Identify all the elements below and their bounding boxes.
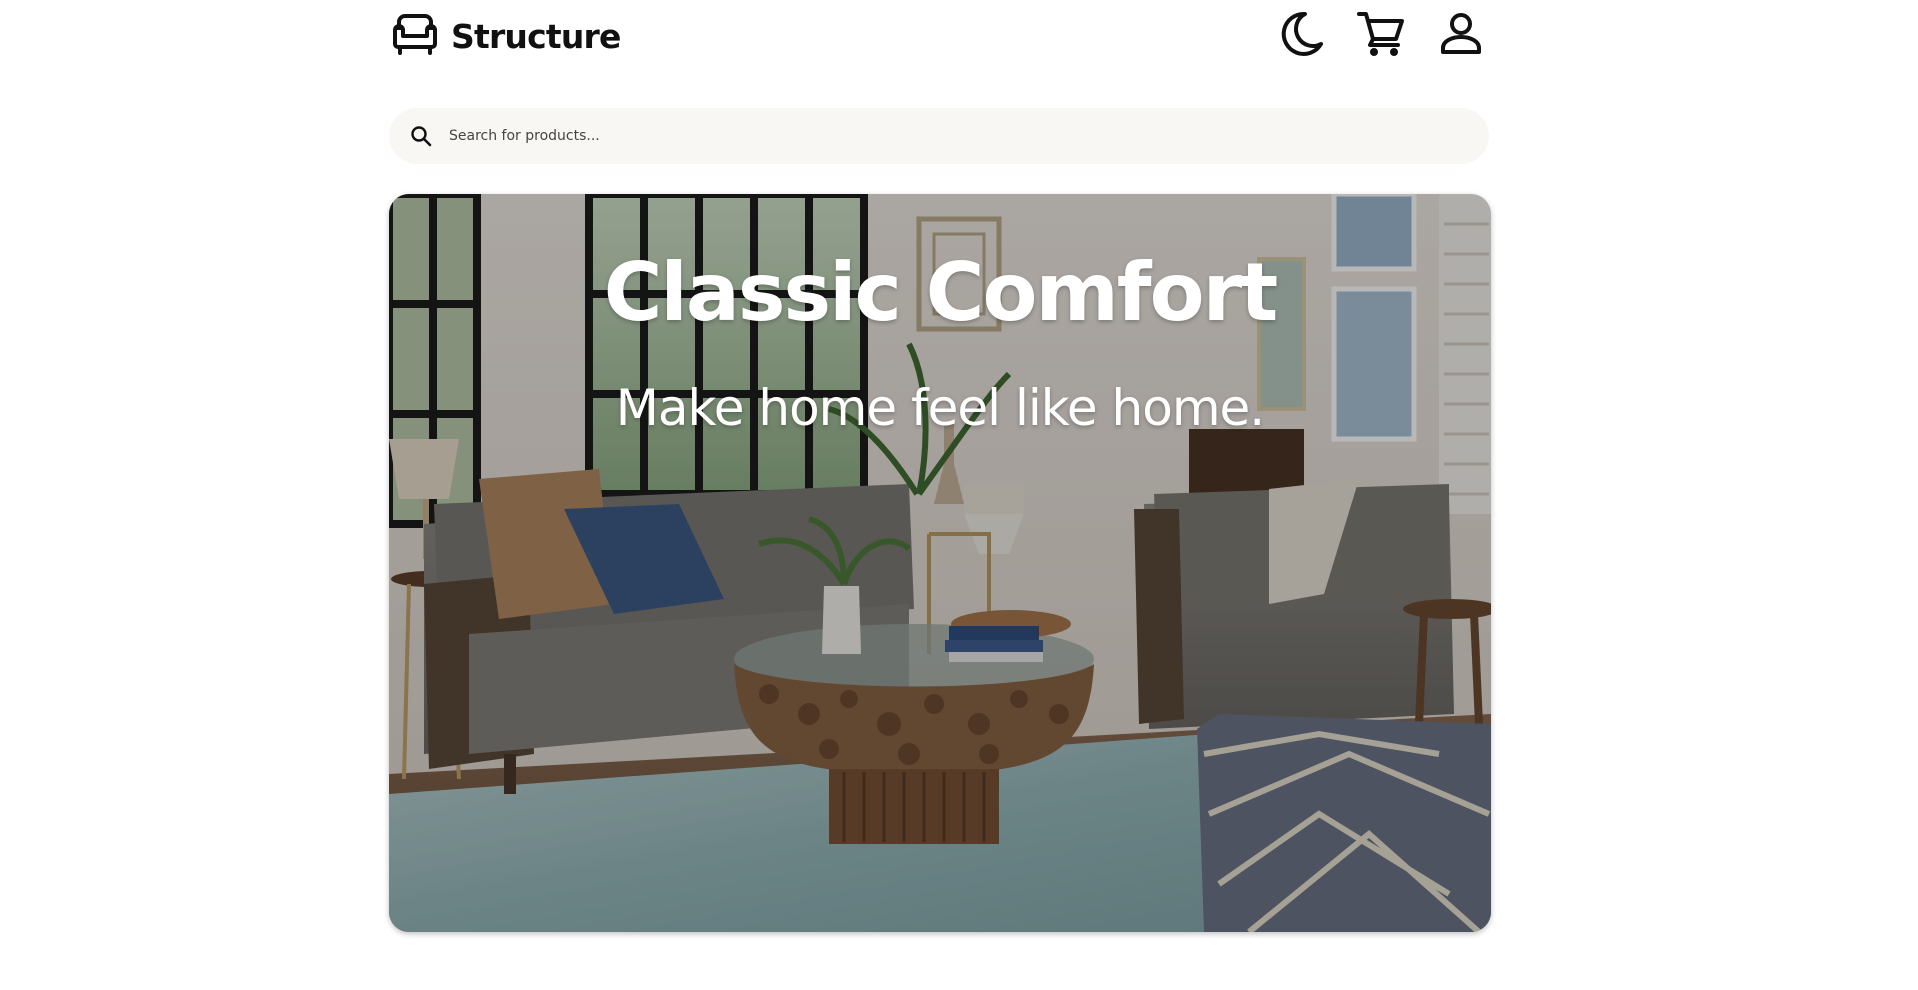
account-button[interactable] bbox=[1433, 8, 1489, 64]
logo-text: Structure bbox=[451, 16, 621, 56]
search-icon[interactable] bbox=[405, 120, 437, 152]
cart-icon bbox=[1355, 8, 1407, 64]
search-bar bbox=[389, 108, 1489, 164]
hero-subtitle: Make home feel like home. bbox=[615, 379, 1265, 437]
header: Structure bbox=[389, 6, 1489, 66]
user-icon bbox=[1435, 8, 1487, 64]
search-input[interactable] bbox=[447, 115, 1451, 157]
logo[interactable]: Structure bbox=[389, 8, 621, 64]
hero-banner[interactable]: Classic Comfort Make home feel like home… bbox=[389, 194, 1491, 932]
cart-button[interactable] bbox=[1353, 8, 1409, 64]
dark-mode-toggle[interactable] bbox=[1273, 8, 1329, 64]
header-actions bbox=[1249, 6, 1489, 66]
hero-title: Classic Comfort bbox=[603, 246, 1279, 339]
sofa-icon bbox=[389, 8, 441, 64]
moon-icon bbox=[1275, 8, 1327, 64]
